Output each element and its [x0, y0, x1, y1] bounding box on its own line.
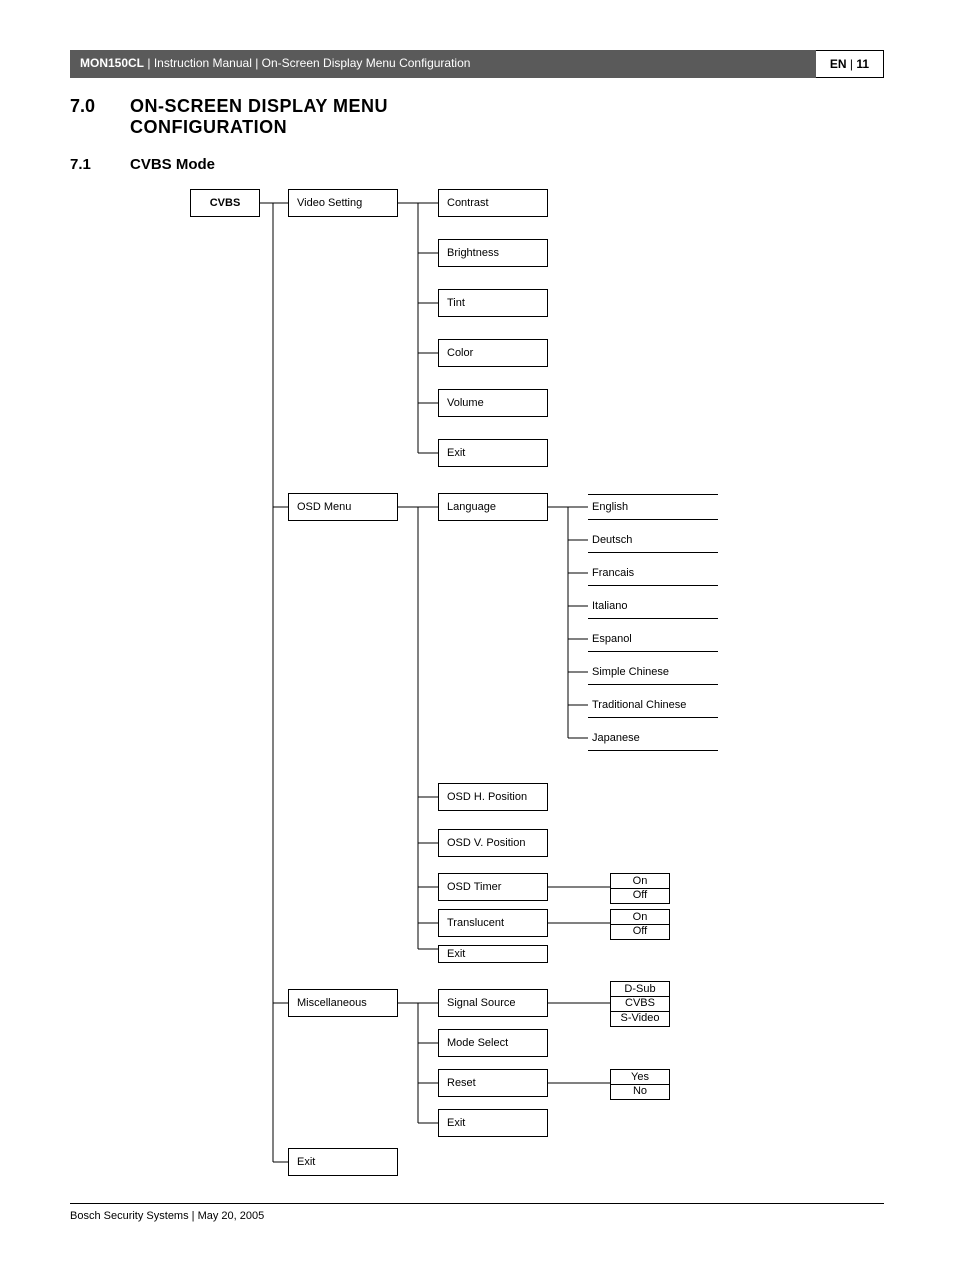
- subsection-number: 7.1: [70, 156, 130, 173]
- option-off: Off: [610, 888, 670, 904]
- node-tint: Tint: [438, 289, 548, 317]
- option-dsub: D-Sub: [610, 981, 670, 997]
- node-cvbs: CVBS: [190, 189, 260, 217]
- node-miscellaneous: Miscellaneous: [288, 989, 398, 1017]
- subsection-heading: CVBS Mode: [130, 156, 215, 173]
- node-exit: Exit: [438, 945, 548, 963]
- option-simple-chinese: Simple Chinese: [588, 659, 718, 685]
- node-exit: Exit: [438, 439, 548, 467]
- page-indicator: EN | 11: [816, 50, 884, 78]
- node-osd-v-position: OSD V. Position: [438, 829, 548, 857]
- node-volume: Volume: [438, 389, 548, 417]
- node-signal-source: Signal Source: [438, 989, 548, 1017]
- option-cvbs: CVBS: [610, 996, 670, 1012]
- node-osd-h-position: OSD H. Position: [438, 783, 548, 811]
- footer-text: Bosch Security Systems | May 20, 2005: [70, 1210, 884, 1222]
- node-brightness: Brightness: [438, 239, 548, 267]
- node-osd-menu: OSD Menu: [288, 493, 398, 521]
- option-japanese: Japanese: [588, 725, 718, 751]
- node-language: Language: [438, 493, 548, 521]
- node-color: Color: [438, 339, 548, 367]
- option-deutsch: Deutsch: [588, 527, 718, 553]
- option-off: Off: [610, 924, 670, 940]
- header-breadcrumb: MON150CL | Instruction Manual | On-Scree…: [70, 50, 816, 78]
- section-number: 7.0: [70, 96, 130, 138]
- node-exit: Exit: [288, 1148, 398, 1176]
- node-video-setting: Video Setting: [288, 189, 398, 217]
- option-svideo: S-Video: [610, 1011, 670, 1027]
- node-translucent: Translucent: [438, 909, 548, 937]
- page-header: MON150CL | Instruction Manual | On-Scree…: [70, 50, 884, 78]
- option-on: On: [610, 873, 670, 889]
- option-on: On: [610, 909, 670, 925]
- subsection-title: 7.1 CVBS Mode: [70, 156, 884, 173]
- option-traditional-chinese: Traditional Chinese: [588, 692, 718, 718]
- menu-tree-diagram: CVBS Video Setting OSD Menu Miscellaneou…: [70, 187, 884, 1197]
- option-italiano: Italiano: [588, 593, 718, 619]
- product-code: MON150CL: [80, 56, 144, 70]
- option-yes: Yes: [610, 1069, 670, 1085]
- page-footer: Bosch Security Systems | May 20, 2005: [70, 1203, 884, 1222]
- node-reset: Reset: [438, 1069, 548, 1097]
- node-exit: Exit: [438, 1109, 548, 1137]
- node-contrast: Contrast: [438, 189, 548, 217]
- section-heading: ON-SCREEN DISPLAY MENU CONFIGURATION: [130, 96, 388, 138]
- option-english: English: [588, 494, 718, 520]
- node-mode-select: Mode Select: [438, 1029, 548, 1057]
- section-title: 7.0 ON-SCREEN DISPLAY MENU CONFIGURATION: [70, 96, 884, 138]
- option-no: No: [610, 1084, 670, 1100]
- option-francais: Francais: [588, 560, 718, 586]
- option-espanol: Espanol: [588, 626, 718, 652]
- node-osd-timer: OSD Timer: [438, 873, 548, 901]
